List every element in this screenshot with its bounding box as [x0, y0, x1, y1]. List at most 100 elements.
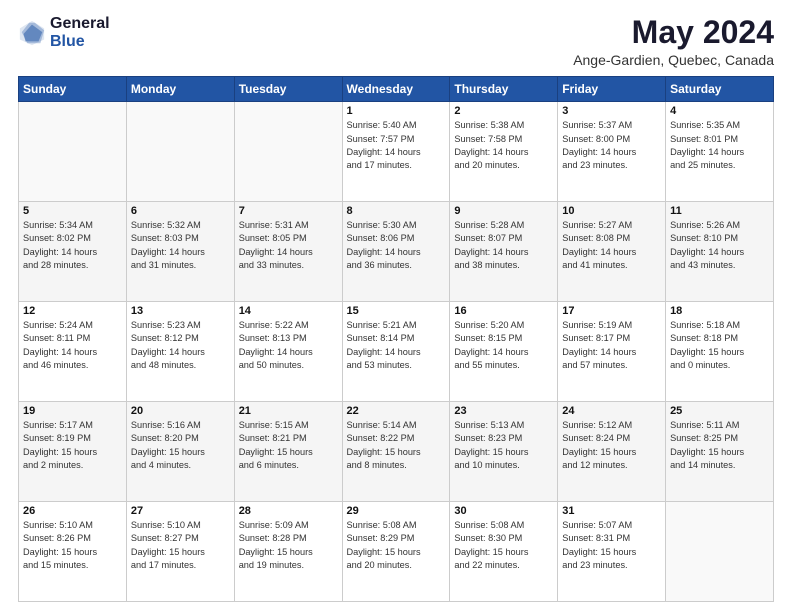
table-row: 23 Sunrise: 5:13 AMSunset: 8:23 PMDayligh… — [450, 402, 558, 502]
day-number: 4 — [670, 105, 769, 117]
day-number: 11 — [670, 205, 769, 217]
day-number: 23 — [454, 405, 553, 417]
subtitle: Ange-Gardien, Quebec, Canada — [573, 52, 774, 68]
day-info: Sunrise: 5:31 AMSunset: 8:05 PMDaylight:… — [239, 219, 338, 272]
table-row: 14Sunrise: 5:22 AMSunset: 8:13 PMDayligh… — [234, 302, 342, 402]
day-info: Sunrise: 5:08 AMSunset: 8:30 PMDaylight:… — [454, 519, 553, 572]
table-row — [126, 102, 234, 202]
table-row: 9 Sunrise: 5:28 AMSunset: 8:07 PMDaylight… — [450, 202, 558, 302]
day-info: Sunrise: 5:10 AMSunset: 8:26 PMDaylight:… — [23, 519, 122, 572]
day-info: Sunrise: 5:19 AMSunset: 8:17 PMDaylight:… — [562, 319, 661, 372]
day-info: Sunrise: 5:27 AMSunset: 8:08 PMDaylight:… — [562, 219, 661, 272]
day-info: Sunrise: 5:12 AMSunset: 8:24 PMDaylight:… — [562, 419, 661, 472]
table-row: 15Sunrise: 5:21 AMSunset: 8:14 PMDayligh… — [342, 302, 450, 402]
col-friday: Friday — [558, 77, 666, 102]
logo-text: General Blue — [50, 15, 110, 50]
day-info: Sunrise: 5:14 AMSunset: 8:22 PMDaylight:… — [347, 419, 446, 472]
day-number: 9 — [454, 205, 553, 217]
calendar-week-row: 5 Sunrise: 5:34 AMSunset: 8:02 PMDaylight… — [19, 202, 774, 302]
table-row: 1 Sunrise: 5:40 AMSunset: 7:57 PMDaylight… — [342, 102, 450, 202]
title-area: May 2024 Ange-Gardien, Quebec, Canada — [573, 15, 774, 68]
table-row: 30 Sunrise: 5:08 AMSunset: 8:30 PMDayligh… — [450, 502, 558, 602]
day-number: 15 — [347, 305, 446, 317]
day-info: Sunrise: 5:20 AMSunset: 8:15 PMDaylight:… — [454, 319, 553, 372]
col-wednesday: Wednesday — [342, 77, 450, 102]
day-number: 31 — [562, 505, 661, 517]
logo: General Blue — [18, 15, 110, 50]
table-row: 2 Sunrise: 5:38 AMSunset: 7:58 PMDaylight… — [450, 102, 558, 202]
table-row: 21Sunrise: 5:15 AMSunset: 8:21 PMDayligh… — [234, 402, 342, 502]
col-monday: Monday — [126, 77, 234, 102]
day-info: Sunrise: 5:17 AMSunset: 8:19 PMDaylight:… — [23, 419, 122, 472]
table-row: 22 Sunrise: 5:14 AMSunset: 8:22 PMDayligh… — [342, 402, 450, 502]
day-info: Sunrise: 5:40 AMSunset: 7:57 PMDaylight:… — [347, 119, 446, 172]
day-number: 12 — [23, 305, 122, 317]
calendar-week-row: 19Sunrise: 5:17 AMSunset: 8:19 PMDayligh… — [19, 402, 774, 502]
calendar-week-row: 12 Sunrise: 5:24 AMSunset: 8:11 PMDayligh… — [19, 302, 774, 402]
table-row: 19Sunrise: 5:17 AMSunset: 8:19 PMDayligh… — [19, 402, 127, 502]
day-number: 24 — [562, 405, 661, 417]
table-row: 17Sunrise: 5:19 AMSunset: 8:17 PMDayligh… — [558, 302, 666, 402]
table-row: 26 Sunrise: 5:10 AMSunset: 8:26 PMDayligh… — [19, 502, 127, 602]
table-row: 10Sunrise: 5:27 AMSunset: 8:08 PMDayligh… — [558, 202, 666, 302]
day-info: Sunrise: 5:28 AMSunset: 8:07 PMDaylight:… — [454, 219, 553, 272]
day-info: Sunrise: 5:26 AMSunset: 8:10 PMDaylight:… — [670, 219, 769, 272]
day-number: 3 — [562, 105, 661, 117]
table-row: 11 Sunrise: 5:26 AMSunset: 8:10 PMDayligh… — [666, 202, 774, 302]
col-saturday: Saturday — [666, 77, 774, 102]
day-info: Sunrise: 5:16 AMSunset: 8:20 PMDaylight:… — [131, 419, 230, 472]
day-number: 16 — [454, 305, 553, 317]
table-row: 6Sunrise: 5:32 AMSunset: 8:03 PMDaylight… — [126, 202, 234, 302]
day-info: Sunrise: 5:30 AMSunset: 8:06 PMDaylight:… — [347, 219, 446, 272]
day-info: Sunrise: 5:35 AMSunset: 8:01 PMDaylight:… — [670, 119, 769, 172]
table-row: 27 Sunrise: 5:10 AMSunset: 8:27 PMDayligh… — [126, 502, 234, 602]
calendar-week-row: 26 Sunrise: 5:10 AMSunset: 8:26 PMDayligh… — [19, 502, 774, 602]
table-row: 4 Sunrise: 5:35 AMSunset: 8:01 PMDaylight… — [666, 102, 774, 202]
day-number: 20 — [131, 405, 230, 417]
table-row: 3Sunrise: 5:37 AMSunset: 8:00 PMDaylight… — [558, 102, 666, 202]
table-row — [234, 102, 342, 202]
table-row: 5 Sunrise: 5:34 AMSunset: 8:02 PMDaylight… — [19, 202, 127, 302]
table-row: 31 Sunrise: 5:07 AMSunset: 8:31 PMDayligh… — [558, 502, 666, 602]
table-row: 28Sunrise: 5:09 AMSunset: 8:28 PMDayligh… — [234, 502, 342, 602]
calendar-week-row: 1 Sunrise: 5:40 AMSunset: 7:57 PMDaylight… — [19, 102, 774, 202]
day-info: Sunrise: 5:09 AMSunset: 8:28 PMDaylight:… — [239, 519, 338, 572]
day-info: Sunrise: 5:07 AMSunset: 8:31 PMDaylight:… — [562, 519, 661, 572]
day-number: 2 — [454, 105, 553, 117]
day-info: Sunrise: 5:38 AMSunset: 7:58 PMDaylight:… — [454, 119, 553, 172]
day-number: 18 — [670, 305, 769, 317]
table-row: 13 Sunrise: 5:23 AMSunset: 8:12 PMDayligh… — [126, 302, 234, 402]
day-number: 1 — [347, 105, 446, 117]
table-row: 20 Sunrise: 5:16 AMSunset: 8:20 PMDayligh… — [126, 402, 234, 502]
day-number: 6 — [131, 205, 230, 217]
day-number: 30 — [454, 505, 553, 517]
day-number: 25 — [670, 405, 769, 417]
day-number: 27 — [131, 505, 230, 517]
col-sunday: Sunday — [19, 77, 127, 102]
table-row: 25 Sunrise: 5:11 AMSunset: 8:25 PMDayligh… — [666, 402, 774, 502]
day-info: Sunrise: 5:24 AMSunset: 8:11 PMDaylight:… — [23, 319, 122, 372]
day-number: 5 — [23, 205, 122, 217]
day-info: Sunrise: 5:10 AMSunset: 8:27 PMDaylight:… — [131, 519, 230, 572]
col-thursday: Thursday — [450, 77, 558, 102]
table-row: 29Sunrise: 5:08 AMSunset: 8:29 PMDayligh… — [342, 502, 450, 602]
day-info: Sunrise: 5:18 AMSunset: 8:18 PMDaylight:… — [670, 319, 769, 372]
col-tuesday: Tuesday — [234, 77, 342, 102]
day-number: 13 — [131, 305, 230, 317]
logo-icon — [18, 19, 46, 47]
day-info: Sunrise: 5:13 AMSunset: 8:23 PMDaylight:… — [454, 419, 553, 472]
table-row: 18 Sunrise: 5:18 AMSunset: 8:18 PMDayligh… — [666, 302, 774, 402]
day-info: Sunrise: 5:34 AMSunset: 8:02 PMDaylight:… — [23, 219, 122, 272]
day-number: 26 — [23, 505, 122, 517]
day-number: 22 — [347, 405, 446, 417]
day-info: Sunrise: 5:15 AMSunset: 8:21 PMDaylight:… — [239, 419, 338, 472]
table-row: 24 Sunrise: 5:12 AMSunset: 8:24 PMDayligh… — [558, 402, 666, 502]
day-info: Sunrise: 5:23 AMSunset: 8:12 PMDaylight:… — [131, 319, 230, 372]
day-number: 8 — [347, 205, 446, 217]
day-number: 29 — [347, 505, 446, 517]
logo-general: General — [50, 15, 110, 33]
table-row: 7Sunrise: 5:31 AMSunset: 8:05 PMDaylight… — [234, 202, 342, 302]
day-info: Sunrise: 5:22 AMSunset: 8:13 PMDaylight:… — [239, 319, 338, 372]
table-row: 16 Sunrise: 5:20 AMSunset: 8:15 PMDayligh… — [450, 302, 558, 402]
day-info: Sunrise: 5:11 AMSunset: 8:25 PMDaylight:… — [670, 419, 769, 472]
